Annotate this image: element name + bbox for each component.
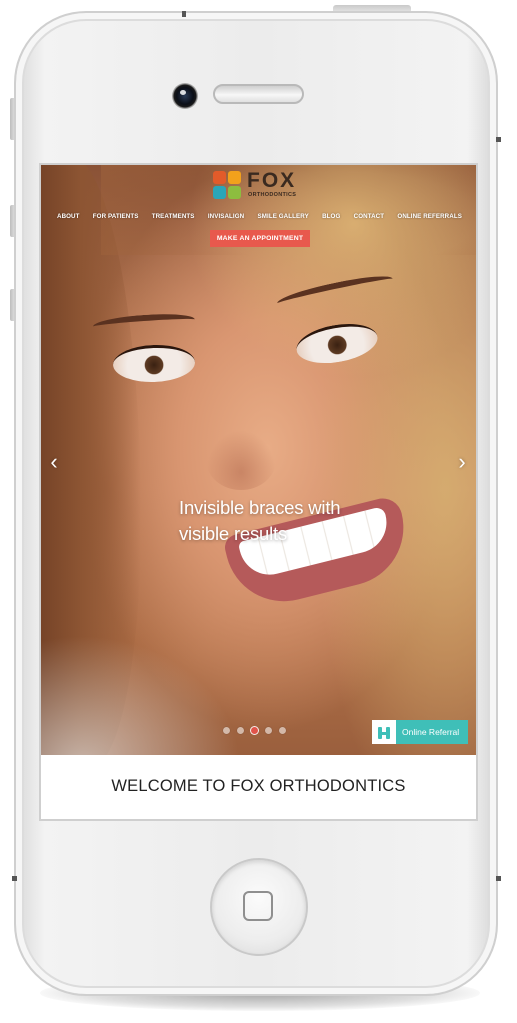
chevron-right-icon[interactable]: › <box>452 450 472 474</box>
slider-dot-1[interactable] <box>223 727 230 734</box>
nav-item-about[interactable]: ABOUT <box>57 213 80 220</box>
hero-caption: Invisible braces with visible results <box>179 495 409 547</box>
slider-dot-2[interactable] <box>237 727 244 734</box>
online-referral-button[interactable]: Online Referral <box>372 720 468 744</box>
nav-item-invisalign[interactable]: INVISALIGN <box>208 213 244 220</box>
antenna-line <box>496 137 501 142</box>
hero-photo-nose <box>206 430 276 490</box>
welcome-heading: WELCOME TO FOX ORTHODONTICS <box>111 777 406 795</box>
antenna-line <box>496 876 501 881</box>
hero-photo-shoulder <box>41 635 241 755</box>
logo-tile <box>213 171 226 184</box>
antenna-line <box>182 11 186 17</box>
nav-item-contact[interactable]: CONTACT <box>354 213 385 220</box>
nav-item-online-referrals[interactable]: ONLINE REFERRALS <box>397 213 462 220</box>
site-logo[interactable]: FOX ORTHODONTICS <box>213 169 313 201</box>
online-referral-label: Online Referral <box>402 727 460 737</box>
hero-caption-line: visible results <box>179 523 288 544</box>
home-square-icon <box>243 891 273 921</box>
hero-photo-eye <box>293 318 381 369</box>
antenna-line <box>12 876 17 881</box>
earpiece-speaker <box>213 84 304 104</box>
hero-caption-line: Invisible braces with <box>179 497 341 518</box>
nav-item-for-patients[interactable]: FOR PATIENTS <box>93 213 139 220</box>
nav-item-blog[interactable]: BLOG <box>322 213 340 220</box>
home-button[interactable] <box>210 858 308 956</box>
logo-tile <box>228 171 241 184</box>
chevron-left-icon[interactable]: ‹ <box>44 450 64 474</box>
front-camera-icon <box>172 83 198 109</box>
referral-icon <box>372 720 396 744</box>
logo-mark-icon <box>213 171 241 199</box>
logo-name: FOX <box>247 169 297 192</box>
nav-item-smile-gallery[interactable]: SMILE GALLERY <box>258 213 309 220</box>
phone-screen: FOX ORTHODONTICS ABOUT FOR PATIENTS TREA… <box>39 163 478 821</box>
nav-item-treatments[interactable]: TREATMENTS <box>152 213 195 220</box>
hero-slider: FOX ORTHODONTICS ABOUT FOR PATIENTS TREA… <box>41 165 476 755</box>
hero-photo-eyebrow <box>275 270 395 312</box>
main-nav: ABOUT FOR PATIENTS TREATMENTS INVISALIGN… <box>57 210 462 222</box>
logo-tile <box>213 186 226 199</box>
slider-dot-3[interactable] <box>251 727 258 734</box>
make-appointment-button[interactable]: MAKE AN APPOINTMENT <box>210 230 310 247</box>
logo-tagline: ORTHODONTICS <box>248 192 297 198</box>
mockup-stage: FOX ORTHODONTICS ABOUT FOR PATIENTS TREA… <box>0 0 517 1023</box>
logo-tile <box>228 186 241 199</box>
slider-pagination <box>223 727 286 735</box>
slider-dot-4[interactable] <box>265 727 272 734</box>
slider-dot-5[interactable] <box>279 727 286 734</box>
